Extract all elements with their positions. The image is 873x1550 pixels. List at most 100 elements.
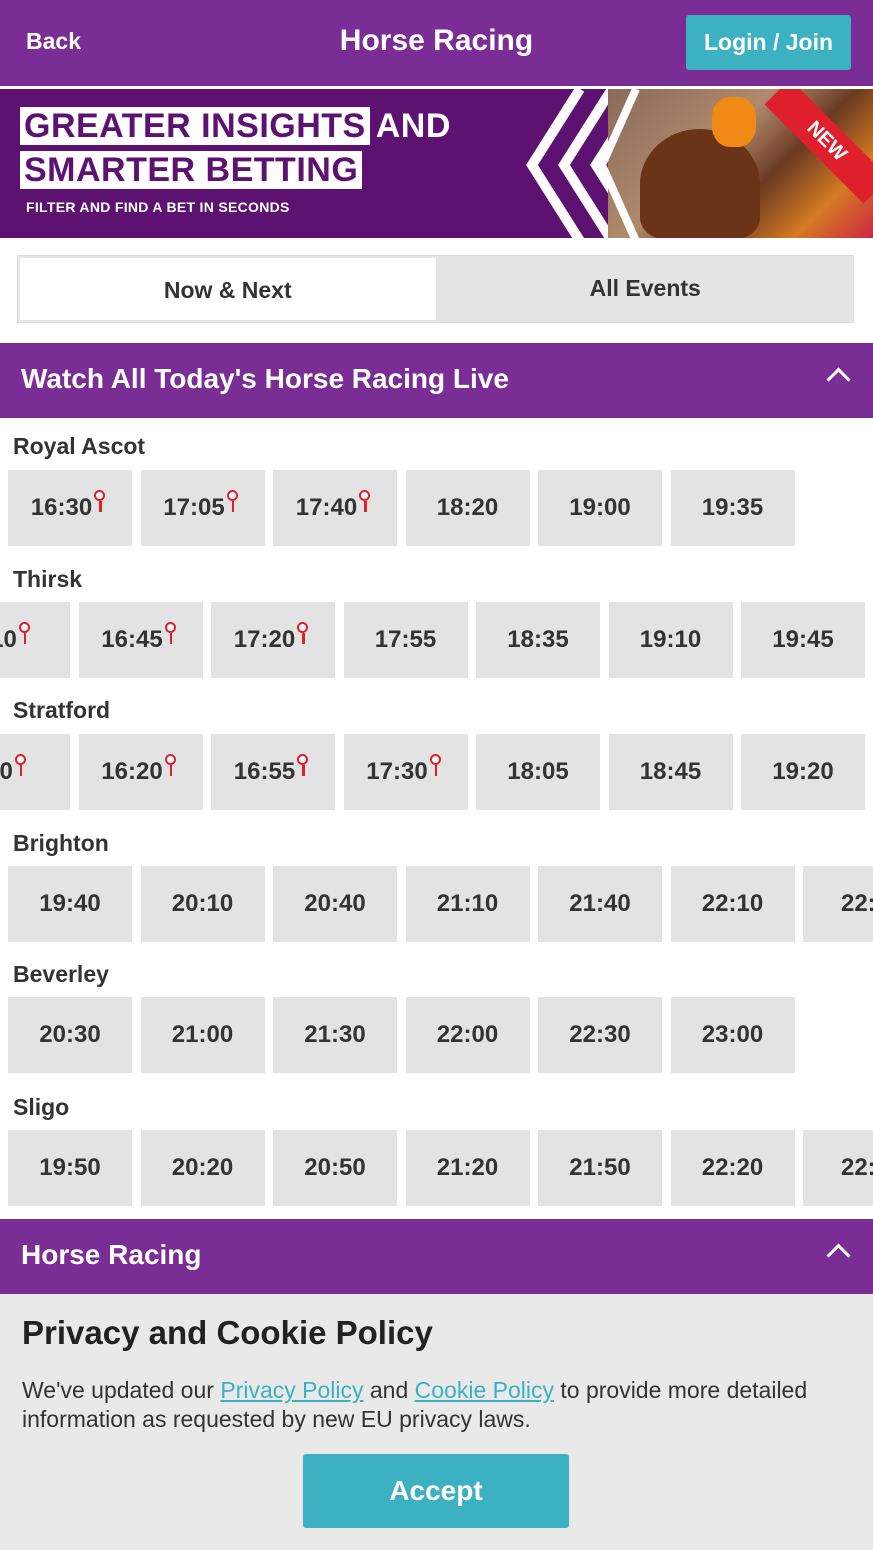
race-time-label: 19:20 <box>772 758 834 785</box>
race-time-label: 17:05 <box>163 494 225 521</box>
race-time-label: 22:10 <box>701 890 764 917</box>
live-stream-pin-icon <box>164 622 180 646</box>
race-time-button[interactable]: 19:45 <box>741 602 865 678</box>
race-time-label: 17:40 <box>295 494 358 521</box>
race-time-label: 18:35 <box>507 626 569 653</box>
race-time-button[interactable]: 21:40 <box>538 866 662 942</box>
race-time-button[interactable]: 16:30 <box>8 470 132 546</box>
race-times-row[interactable]: :10 16:45 17:20 17:55 18:35 19:10 19:45 <box>0 602 873 678</box>
race-time-button[interactable]: 21:10 <box>405 866 530 942</box>
live-section-header[interactable]: Watch All Today's Horse Racing Live <box>0 343 873 418</box>
race-time-button[interactable]: 22:10 <box>670 866 795 942</box>
race-times-row[interactable]: 20:30 21:00 21:30 22:00 22:30 23:00 <box>0 997 873 1073</box>
section-title: Watch All Today's Horse Racing Live <box>21 363 509 394</box>
race-time-button[interactable]: 22:00 <box>405 997 530 1073</box>
race-time-button[interactable]: 17:55 <box>343 602 468 678</box>
race-time-button[interactable]: 18:35 <box>476 602 600 678</box>
race-time-button[interactable]: 17:40 <box>273 470 397 546</box>
race-time-label: 16:30 <box>30 494 93 521</box>
race-time-label: 20:50 <box>304 1154 366 1181</box>
race-time-button[interactable]: 20:30 <box>8 997 132 1073</box>
race-time-button[interactable]: 20:20 <box>140 1130 265 1206</box>
race-time-button[interactable]: 20:50 <box>273 1130 397 1206</box>
race-time-button[interactable]: 19:20 <box>741 734 865 810</box>
accept-button[interactable]: Accept <box>303 1454 569 1528</box>
race-time-label: 20:20 <box>171 1154 234 1181</box>
race-times-row[interactable]: 19:40 20:10 20:40 21:10 21:40 22:10 22:4 <box>0 866 873 942</box>
race-time-label: 18:20 <box>436 494 499 521</box>
race-time-label: :10 <box>0 626 17 653</box>
race-time-button[interactable]: 18:45 <box>608 734 733 810</box>
race-time-button[interactable]: 17:20 <box>211 602 335 678</box>
live-stream-pin-icon <box>164 754 180 778</box>
race-time-label: 17:20 <box>233 626 296 653</box>
race-time-label: 19:35 <box>701 494 764 521</box>
race-time-button[interactable]: 22:20 <box>670 1130 795 1206</box>
race-time-button[interactable]: 17:30 <box>343 734 468 810</box>
race-times-row[interactable]: 19:50 20:20 20:50 21:20 21:50 22:20 22:5 <box>0 1130 873 1206</box>
banner-headline-1: GREATER INSIGHTS AND <box>20 107 451 145</box>
view-tabs: Now & Next All Events <box>17 255 854 323</box>
race-time-button[interactable]: 20:40 <box>273 866 397 942</box>
chevron-stripes-overlay <box>597 89 640 238</box>
chevron-up-icon[interactable] <box>826 367 851 392</box>
race-time-button[interactable]: 21:20 <box>405 1130 530 1206</box>
race-time-label: 21:40 <box>569 890 631 917</box>
race-time-label: 20:10 <box>171 890 234 917</box>
race-time-button[interactable]: 19:35 <box>670 470 795 546</box>
race-time-button[interactable]: 17:05 <box>140 470 265 546</box>
race-time-button[interactable]: 16:20 <box>78 734 203 810</box>
promo-banner[interactable]: NEW GREATER INSIGHTS AND SMARTER BETTING … <box>0 86 873 238</box>
race-time-label: 50 <box>0 758 13 785</box>
chevron-up-icon[interactable] <box>826 1243 851 1268</box>
race-time-label: 21:30 <box>304 1021 366 1048</box>
race-time-button[interactable]: 21:00 <box>140 997 265 1073</box>
race-time-label: 18:05 <box>507 758 569 785</box>
race-time-button[interactable]: 21:50 <box>538 1130 662 1206</box>
race-time-button[interactable]: 16:45 <box>78 602 203 678</box>
race-time-button[interactable]: 16:55 <box>211 734 335 810</box>
race-time-label: 22:30 <box>569 1021 631 1048</box>
tab-all-events[interactable]: All Events <box>437 256 853 322</box>
race-time-button[interactable]: 22:5 <box>803 1130 873 1206</box>
cookie-policy-link[interactable]: Cookie Policy <box>415 1377 554 1403</box>
race-time-button[interactable]: :10 <box>0 602 70 678</box>
race-time-button[interactable]: 21:30 <box>273 997 397 1073</box>
tab-now-next[interactable]: Now & Next <box>18 256 438 322</box>
race-time-label: 18:45 <box>639 758 702 785</box>
race-time-label: 19:50 <box>39 1154 101 1181</box>
race-time-button[interactable]: 19:40 <box>8 866 132 942</box>
cookie-banner: Privacy and Cookie Policy We've updated … <box>0 1294 873 1550</box>
jockey-image <box>712 97 756 147</box>
race-times-row[interactable]: 16:30 17:05 17:40 18:20 19:00 19:35 <box>0 470 873 546</box>
race-time-button[interactable]: 18:20 <box>405 470 530 546</box>
live-stream-pin-icon <box>226 490 242 514</box>
race-time-button[interactable]: 19:10 <box>608 602 733 678</box>
race-time-label: 21:10 <box>436 890 499 917</box>
live-stream-pin-icon <box>429 754 445 778</box>
race-time-button[interactable]: 22:4 <box>803 866 873 942</box>
race-time-button[interactable]: 20:10 <box>140 866 265 942</box>
login-join-button[interactable]: Login / Join <box>686 15 851 70</box>
venue-name: Thirsk <box>13 566 83 592</box>
race-time-button[interactable]: 18:05 <box>476 734 600 810</box>
race-time-label: 23:00 <box>701 1021 764 1048</box>
race-time-label: 16:20 <box>101 758 163 785</box>
race-time-button[interactable]: 19:00 <box>538 470 662 546</box>
race-time-label: 22:5 <box>840 1154 873 1181</box>
privacy-policy-link[interactable]: Privacy Policy <box>220 1377 363 1403</box>
race-times-row[interactable]: 50 16:20 16:55 17:30 18:05 18:45 19:20 <box>0 734 873 810</box>
race-time-button[interactable]: 19:50 <box>8 1130 132 1206</box>
banner-subtitle: FILTER AND FIND A BET IN SECONDS <box>26 199 290 215</box>
race-time-label: 17:30 <box>366 758 428 785</box>
race-time-button[interactable]: 23:00 <box>670 997 795 1073</box>
live-stream-pin-icon <box>14 754 30 778</box>
horse-racing-section-header[interactable]: Horse Racing <box>0 1219 873 1294</box>
race-time-label: 21:50 <box>569 1154 631 1181</box>
race-time-label: 21:20 <box>436 1154 499 1181</box>
banner-headline-2: SMARTER BETTING <box>20 151 363 189</box>
race-time-button[interactable]: 22:30 <box>538 997 662 1073</box>
venue-name: Royal Ascot <box>13 433 146 459</box>
race-time-button[interactable]: 50 <box>0 734 70 810</box>
cookie-title: Privacy and Cookie Policy <box>22 1314 433 1351</box>
